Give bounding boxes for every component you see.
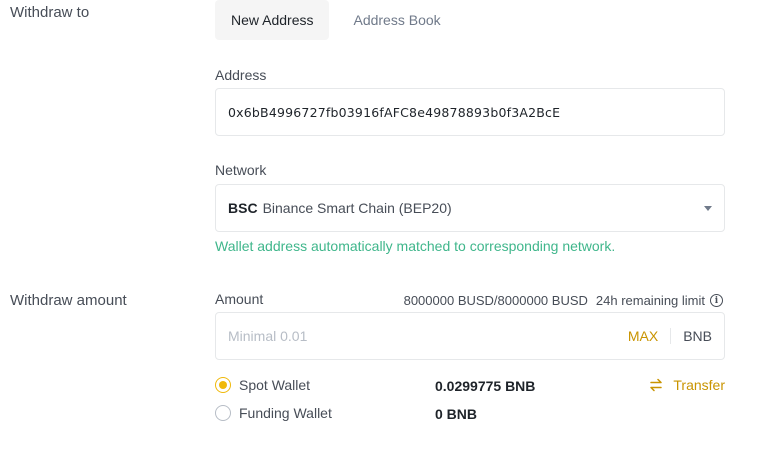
withdraw-to-label: Withdraw to <box>10 4 90 21</box>
network-name: Binance Smart Chain (BEP20) <box>262 200 452 216</box>
limit-note: 24h remaining limit <box>595 293 705 308</box>
chevron-down-icon[interactable] <box>704 205 712 211</box>
spot-wallet-option[interactable]: Spot Wallet <box>215 377 310 393</box>
funding-wallet-balance: 0 BNB <box>435 406 478 422</box>
funding-wallet-label[interactable]: Funding Wallet <box>239 405 332 421</box>
amount-label: Amount <box>215 291 264 307</box>
network-code: BSC <box>228 200 258 216</box>
spot-wallet-radio[interactable] <box>215 377 231 393</box>
network-label: Network <box>215 162 267 178</box>
radio-dot <box>219 381 227 389</box>
info-icon[interactable]: i <box>710 294 723 307</box>
transfer-arrows-icon <box>650 378 663 392</box>
address-tabs: New Address Address Book <box>215 0 457 40</box>
amount-input[interactable]: Minimal 0.01 MAX BNB <box>215 312 725 360</box>
transfer-button[interactable]: Transfer <box>649 377 725 393</box>
spot-wallet-balance: 0.0299775 BNB <box>435 378 536 394</box>
spot-wallet-label[interactable]: Spot Wallet <box>239 377 310 393</box>
address-field[interactable]: 0x6bB4996727fb03916fAFC8e49878893b0f3A2B… <box>215 88 725 136</box>
remaining-limit: 8000000 BUSD/8000000 BUSD 24h remaining … <box>404 293 723 308</box>
withdraw-amount-label: Withdraw amount <box>10 292 127 309</box>
tab-address-book[interactable]: Address Book <box>337 0 456 40</box>
divider <box>670 328 672 344</box>
address-label: Address <box>215 67 267 83</box>
network-match-message: Wallet address automatically matched to … <box>215 238 616 254</box>
coin-unit: BNB <box>683 328 712 344</box>
transfer-label[interactable]: Transfer <box>673 377 725 393</box>
limit-value: 8000000 BUSD/8000000 BUSD <box>403 293 588 308</box>
funding-wallet-radio[interactable] <box>215 405 231 421</box>
funding-wallet-option[interactable]: Funding Wallet <box>215 405 332 421</box>
address-value[interactable]: 0x6bB4996727fb03916fAFC8e49878893b0f3A2B… <box>228 105 560 120</box>
network-select[interactable]: BSC Binance Smart Chain (BEP20) <box>215 184 725 232</box>
tab-new-address[interactable]: New Address <box>215 0 330 40</box>
max-button[interactable]: MAX <box>628 328 658 344</box>
amount-placeholder[interactable]: Minimal 0.01 <box>228 328 307 344</box>
